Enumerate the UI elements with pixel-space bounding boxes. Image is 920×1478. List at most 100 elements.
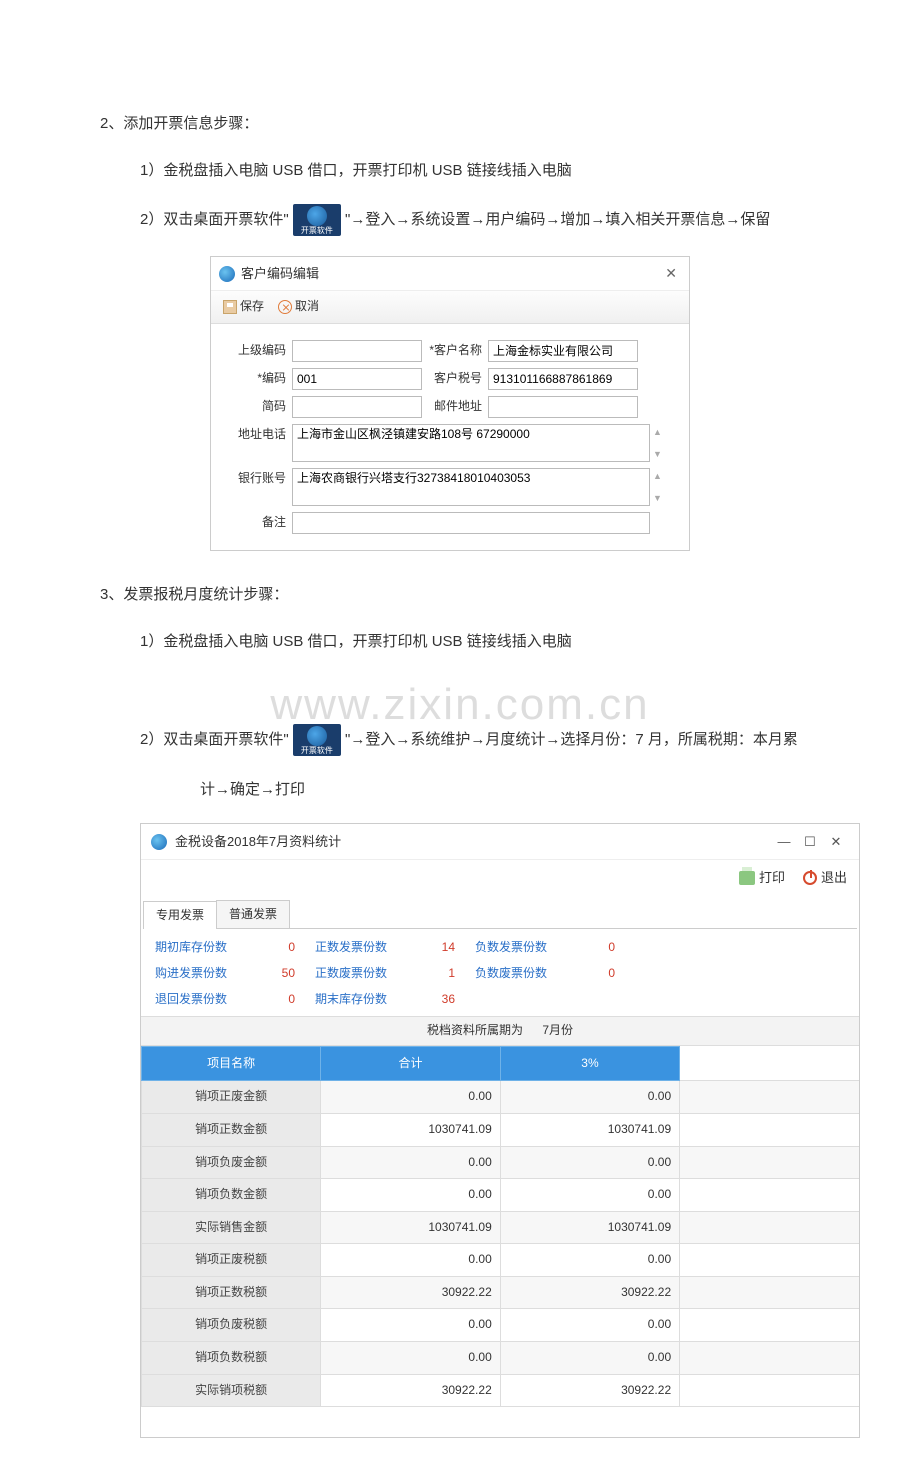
row-label: 实际销售金额 [142, 1211, 321, 1244]
col-rate: 3% [500, 1046, 679, 1081]
tab-special-invoice[interactable]: 专用发票 [143, 901, 217, 930]
power-icon [803, 871, 817, 885]
cell-total: 30922.22 [321, 1374, 500, 1407]
cell-total: 0.00 [321, 1081, 500, 1114]
exit-label: 退出 [821, 866, 847, 889]
cell-rate: 0.00 [500, 1179, 679, 1212]
cell-total: 0.00 [321, 1179, 500, 1212]
label-parent-code: 上级编码 [226, 340, 292, 362]
app-icon [219, 266, 235, 282]
summary-grid: 期初库存份数 0 正数发票份数 14 负数发票份数 0 购进发票份数 50 正数… [141, 929, 859, 1016]
remark-input[interactable] [292, 512, 650, 534]
cell-total: 1030741.09 [321, 1113, 500, 1146]
cell-empty [680, 1113, 859, 1146]
row-label: 销项正数税额 [142, 1276, 321, 1309]
cell-rate: 0.00 [500, 1146, 679, 1179]
print-button[interactable]: 打印 [739, 866, 785, 889]
section2-title: 2、添加开票信息步骤： [100, 110, 860, 137]
row-label: 销项正废税额 [142, 1244, 321, 1277]
bank-acc-input[interactable] [292, 468, 650, 506]
cell-total: 0.00 [321, 1244, 500, 1277]
dialog-form: 上级编码 *客户名称 *编码 客户税号 简码 邮件 [211, 324, 689, 550]
cell-empty [680, 1374, 859, 1407]
col-item: 项目名称 [142, 1046, 321, 1081]
cell-total: 1030741.09 [321, 1211, 500, 1244]
cell-rate: 0.00 [500, 1244, 679, 1277]
shortcode-input[interactable] [292, 396, 422, 418]
label-customer-name: *客户名称 [422, 340, 488, 362]
table-row: 销项正数税额30922.2230922.22 [142, 1276, 860, 1309]
period-value: 7月份 [542, 1023, 573, 1037]
step3-2b-text: "→登入→系统维护→月度统计→选择月份：7 月，所属税期：本月累 [345, 731, 798, 748]
tab-normal-invoice[interactable]: 普通发票 [216, 900, 290, 929]
tax-stats-window: 金税设备2018年7月资料统计 — ☐ ✕ 打印 退出 专用发票 普通发票 期初… [140, 823, 860, 1438]
summary-label: 退回发票份数 [155, 989, 235, 1011]
cell-empty [680, 1081, 859, 1114]
period-bar: 税档资料所属期为 7月份 [141, 1016, 859, 1046]
section3-title: 3、发票报税月度统计步骤： [100, 581, 860, 608]
row-label: 销项负废金额 [142, 1146, 321, 1179]
cell-total: 0.00 [321, 1342, 500, 1375]
summary-value: 0 [575, 937, 615, 959]
exit-button[interactable]: 退出 [803, 866, 847, 889]
dialog-titlebar: 客户编码编辑 ✕ [211, 257, 689, 291]
table-row: 销项正数金额1030741.091030741.09 [142, 1113, 860, 1146]
section3-step2c: 计→确定→打印 [200, 776, 860, 803]
app-icon [151, 834, 167, 850]
col-total: 合计 [321, 1046, 500, 1081]
parent-code-input[interactable] [292, 340, 422, 362]
row-label: 销项正废金额 [142, 1081, 321, 1114]
cell-rate: 30922.22 [500, 1374, 679, 1407]
save-button[interactable]: 保存 [219, 294, 268, 320]
summary-value: 14 [415, 937, 455, 959]
row-label: 销项负数税额 [142, 1342, 321, 1375]
customer-name-input[interactable] [488, 340, 638, 362]
close-button[interactable]: ✕ [823, 830, 849, 853]
label-addr-phone: 地址电话 [226, 424, 292, 446]
scroll-arrows-icon[interactable]: ▲▼ [653, 424, 662, 462]
summary-label: 期末库存份数 [315, 989, 395, 1011]
dialog-title: 客户编码编辑 [241, 262, 661, 285]
table-row: 销项负废金额0.000.00 [142, 1146, 860, 1179]
cell-total: 30922.22 [321, 1276, 500, 1309]
table-row: 销项正废税额0.000.00 [142, 1244, 860, 1277]
summary-value: 1 [415, 963, 455, 985]
summary-label: 期初库存份数 [155, 937, 235, 959]
cell-total: 0.00 [321, 1146, 500, 1179]
scroll-arrows-icon[interactable]: ▲▼ [653, 468, 662, 506]
section2-step2: 2）双击桌面开票软件" "→登入→系统设置→用户编码→增加→填入相关开票信息→保… [140, 204, 860, 236]
summary-value: 50 [255, 963, 295, 985]
summary-label: 购进发票份数 [155, 963, 235, 985]
cancel-button[interactable]: 取消 [274, 294, 323, 320]
table-row: 实际销售金额1030741.091030741.09 [142, 1211, 860, 1244]
table-row: 销项负数税额0.000.00 [142, 1342, 860, 1375]
postal-input[interactable] [488, 396, 638, 418]
invoice-tabs: 专用发票 普通发票 [143, 900, 857, 930]
maximize-button[interactable]: ☐ [797, 830, 823, 853]
cell-empty [680, 1179, 859, 1212]
addr-phone-input[interactable] [292, 424, 650, 462]
step2b-text: "→登入→系统设置→用户编码→增加→填入相关开票信息→保留 [345, 211, 770, 228]
save-label: 保存 [240, 296, 264, 318]
row-label: 销项负数金额 [142, 1179, 321, 1212]
cell-empty [680, 1276, 859, 1309]
row-label: 实际销项税额 [142, 1374, 321, 1407]
kaipiao-software-icon [293, 724, 341, 756]
table-row: 销项负废税额0.000.00 [142, 1309, 860, 1342]
summary-value: 0 [255, 937, 295, 959]
tax-no-input[interactable] [488, 368, 638, 390]
label-shortcode: 简码 [226, 396, 292, 418]
cell-empty [680, 1342, 859, 1375]
cancel-icon [278, 300, 292, 314]
period-label: 税档资料所属期为 [427, 1023, 523, 1037]
summary-label: 正数发票份数 [315, 937, 395, 959]
minimize-button[interactable]: — [771, 830, 797, 853]
table-row: 销项负数金额0.000.00 [142, 1179, 860, 1212]
close-button[interactable]: ✕ [661, 261, 681, 286]
cancel-label: 取消 [295, 296, 319, 318]
code-input[interactable] [292, 368, 422, 390]
summary-value: 0 [255, 989, 295, 1011]
cell-total: 0.00 [321, 1309, 500, 1342]
step2a-text: 2）双击桌面开票软件" [140, 211, 289, 228]
save-icon [223, 300, 237, 314]
